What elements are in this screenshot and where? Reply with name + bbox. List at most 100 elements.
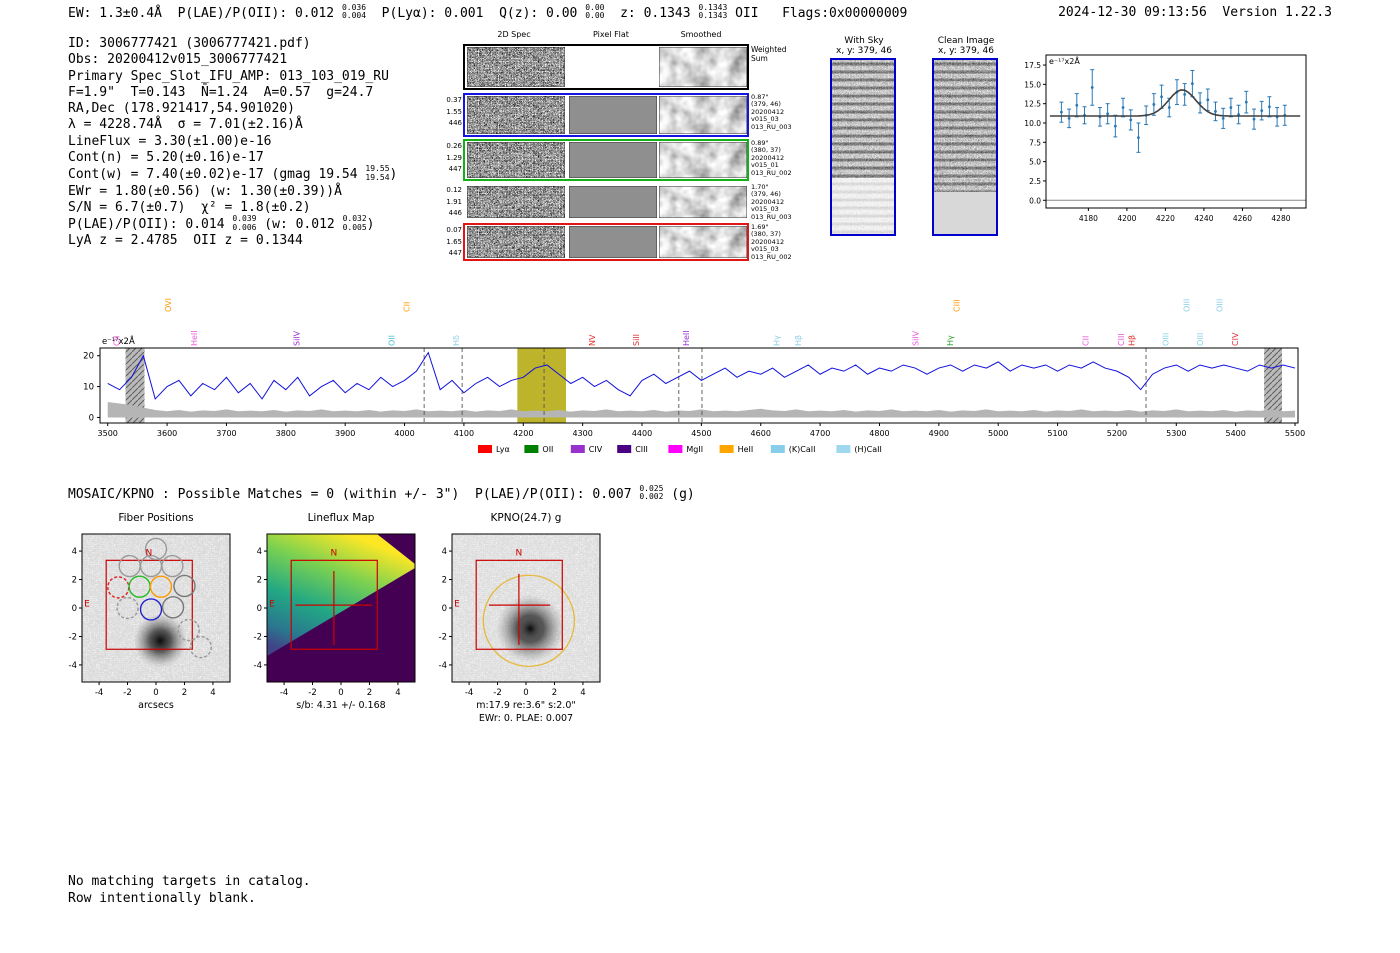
x-tick-label: 4600: [751, 429, 771, 438]
emission-line-label: Hδ: [452, 335, 461, 346]
with-sky-noise: [832, 60, 894, 234]
hi-lo-stack: 0.00 0.00: [585, 3, 605, 21]
x-tick-label: 4: [210, 688, 215, 698]
emission-line-label: CIII: [953, 299, 962, 312]
cutout-panel-wrap: [568, 141, 658, 182]
info-block: ID: 3006777421 (3006777421.pdf) Obs: 2020…: [68, 36, 397, 250]
cutout-panel-grain: [466, 185, 566, 219]
emission-line-label: OIII: [1196, 333, 1205, 346]
y-tick-label: 4: [72, 547, 77, 557]
x-tick-label: 4200: [1117, 214, 1136, 223]
legend-swatch: [719, 445, 734, 453]
legend-label: Lyα: [496, 445, 510, 454]
y-tick-label: 10.0: [1024, 119, 1041, 128]
galaxy-blob: [133, 613, 188, 668]
cutout-panel-wrap: [658, 185, 748, 222]
lineflux-caption: s/b: 4.31 +/- 0.168: [296, 700, 386, 711]
data-point: [1190, 82, 1194, 85]
emission-line-label: CII: [1081, 336, 1090, 346]
x-tick-label: -4: [95, 688, 103, 698]
x-tick-label: 0: [523, 688, 528, 698]
data-point: [1067, 116, 1071, 120]
y-tick-label: 2: [257, 576, 262, 586]
plot-frame: [1045, 54, 1307, 209]
footer-line-2: Row intentionally blank.: [68, 891, 256, 906]
hi-lo-stack: 0.025 0.002: [639, 484, 664, 502]
y-tick-label: 0.0: [1029, 196, 1041, 205]
y-tick-label: 10: [83, 383, 94, 393]
hi-lo-stack: 19.55 19.54: [365, 164, 390, 182]
data-point: [1183, 93, 1187, 96]
data-point: [1060, 110, 1063, 114]
x-tick-label: -4: [280, 688, 288, 698]
data-point: [1106, 112, 1110, 116]
data-point: [1137, 136, 1140, 140]
emission-line-label: OVI: [164, 298, 173, 312]
x-tick-label: -2: [493, 688, 501, 698]
x-tick-label: 4500: [691, 429, 711, 438]
cutout-panel-white: [569, 47, 657, 87]
line-fit-chart: 0.0 2.5 5.0 7.5 10.0 12.5 15.0 17.5 4180 4200 4220…: [1024, 54, 1307, 223]
fiber-2d-row: [463, 223, 749, 261]
info-line: Primary Spec_Slot_IFU_AMP: 013_103_019_R…: [68, 68, 389, 84]
x-tick-label: -2: [123, 688, 131, 698]
header-datetime: 2024-12-30 09:13:56 Version 1.22.3: [1058, 5, 1332, 20]
y-tick-label: 17.5: [1024, 61, 1041, 70]
info-line: P(LAE)/P(OII): 0.014 0.039 0.006 (w: 0.01…: [68, 214, 375, 233]
legend-swatch: [668, 445, 683, 453]
cutout-panel-wrap: [568, 95, 658, 138]
data-point: [1113, 124, 1117, 128]
north-label: N: [516, 549, 523, 559]
y-tick-label: 15.0: [1024, 80, 1041, 89]
x-tick-label: 4180: [1079, 214, 1098, 223]
fiber-row-info: 0.87" (379, 46) 20200412 v015_03 013_RU_003: [751, 93, 792, 131]
x-tick-label: 4000: [394, 429, 414, 438]
cutout-panel-blob: [658, 95, 748, 135]
clean-image-title: Clean Image: [937, 36, 995, 46]
clean-image-noise: [934, 60, 996, 234]
legend-label: MgII: [686, 445, 703, 454]
data-point: [1214, 110, 1217, 113]
emission-line-label: CIV: [1231, 332, 1240, 346]
y-tick-label: 4: [257, 547, 262, 557]
x-tick-label: 2: [182, 688, 187, 698]
legend-label: CIII: [635, 445, 648, 454]
emission-line-label: CII: [402, 302, 411, 312]
cutout-panel-blob: [658, 225, 748, 259]
cutout-panel-blob: [658, 185, 748, 219]
cutout-panel-wrap: [658, 46, 748, 91]
x-tick-label: 3600: [157, 429, 177, 438]
y-tick-label: 2.5: [1029, 177, 1041, 186]
x-tick-label: 3800: [276, 429, 296, 438]
x-tick-label: 0: [153, 688, 158, 698]
fiber-row-weights: 0.26 1.29 447: [446, 142, 462, 173]
y-tick-label: -4: [69, 661, 77, 671]
emission-line-label: CIII: [1117, 333, 1126, 346]
y-tick-label: 7.5: [1029, 138, 1041, 147]
fiber-xlabel: arcsecs: [138, 700, 174, 711]
legend-swatch: [478, 445, 492, 453]
lineflux-map-title: Lineflux Map: [307, 512, 375, 524]
fiber-row-info: 0.89" (380, 37) 20200412 v015_01 013_RU_002: [751, 139, 792, 177]
legend-label: HeII: [738, 445, 754, 454]
info-line: λ = 4228.74Å σ = 7.01(±2.16)Å: [68, 117, 303, 133]
data-point: [1152, 103, 1156, 106]
emission-line-label: HeII: [190, 330, 199, 346]
lineflux-map-plot: N E -4 -4 -2 -2 0 0 2 2 4 4: [254, 533, 416, 698]
x-tick-label: 4240: [1194, 214, 1213, 223]
data-point: [1090, 86, 1094, 89]
emission-line-label: OIII: [1216, 299, 1225, 312]
info-line: Obs: 20200412v015_3006777421: [68, 52, 288, 68]
x-tick-label: -4: [465, 688, 473, 698]
with-sky-title: With Sky: [844, 36, 884, 46]
info-line: EWr = 1.80(±0.56) (w: 1.30(±0.39))Å: [68, 183, 342, 199]
x-tick-label: 4400: [632, 429, 652, 438]
x-tick-label: 5300: [1166, 429, 1186, 438]
weighted-sum-label: Weighted Sum: [751, 45, 787, 63]
x-tick-label: 5000: [988, 429, 1008, 438]
x-tick-label: 4700: [810, 429, 830, 438]
emission-line-label: Hβ: [1128, 335, 1137, 346]
fiber-row-weights: 0.37 1.55 446: [446, 96, 462, 127]
x-tick-label: 4900: [929, 429, 949, 438]
x-tick-label: 5400: [1225, 429, 1245, 438]
